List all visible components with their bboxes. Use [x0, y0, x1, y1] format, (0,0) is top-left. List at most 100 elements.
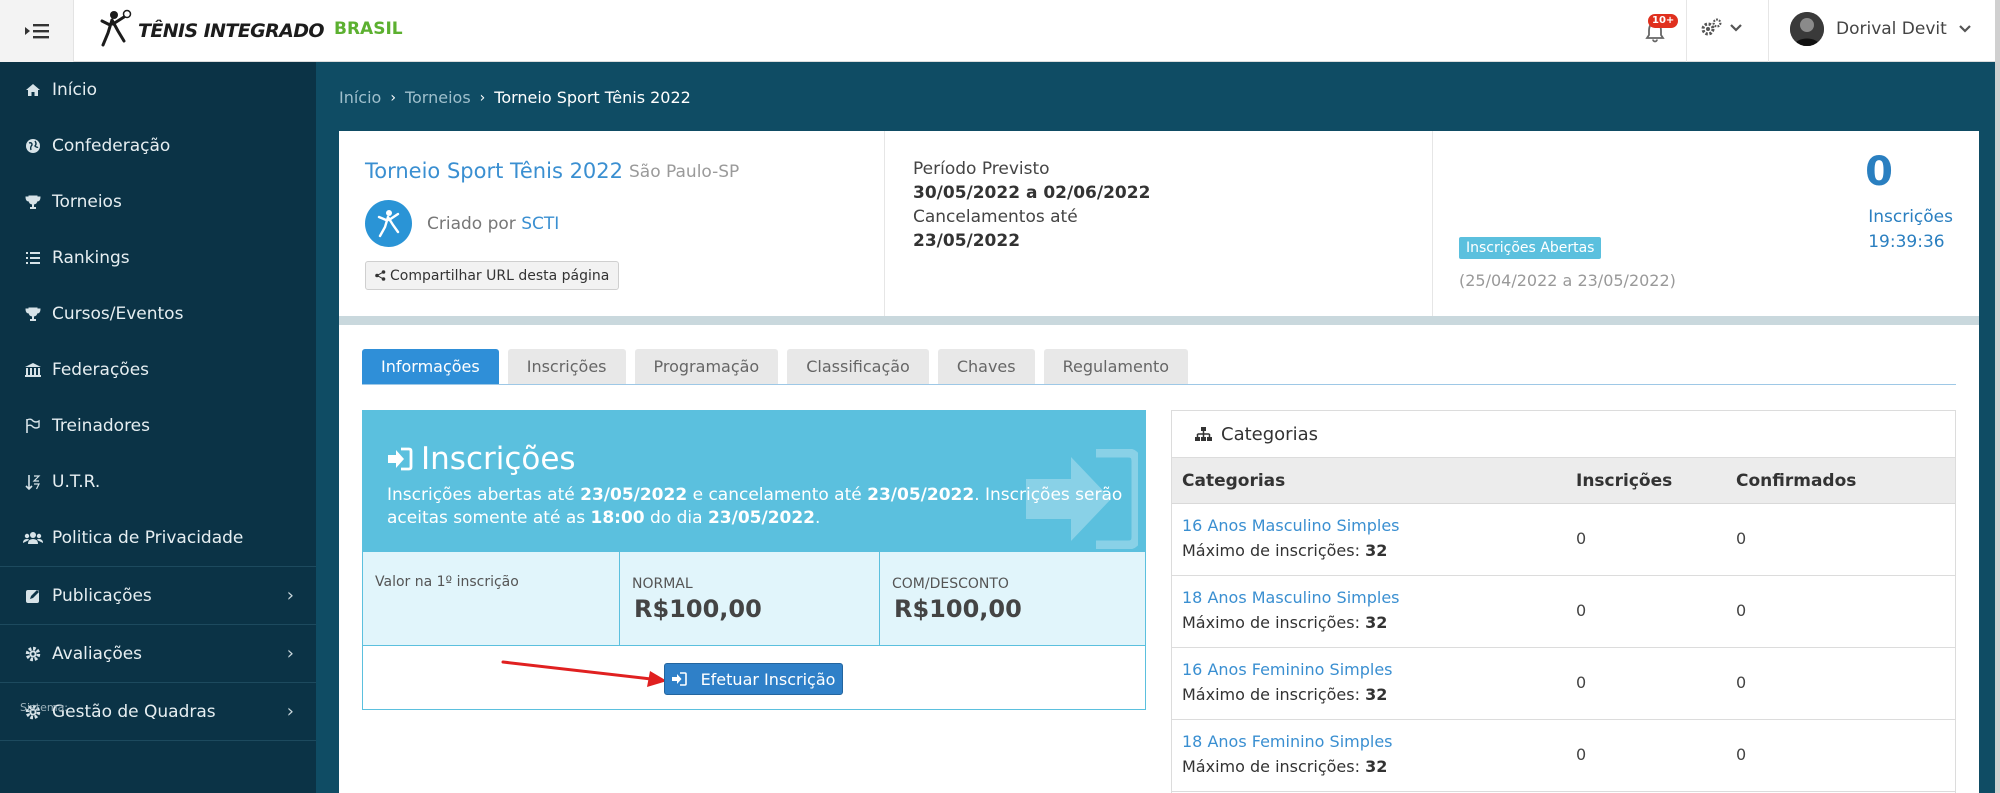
organizer-logo	[365, 200, 412, 247]
trophy-icon	[22, 194, 44, 210]
categorias-table-header: Categorias Inscrições Confirmados	[1172, 458, 1955, 504]
user-menu-button[interactable]: Dorival Devit	[1790, 12, 1971, 46]
share-url-button[interactable]: Compartilhar URL desta página	[365, 261, 620, 290]
chevron-down-icon	[1959, 25, 1971, 33]
tab-inscricoes[interactable]: Inscrições	[507, 349, 626, 384]
sidebar-item-label: Rankings	[52, 248, 130, 268]
breadcrumb-home-link[interactable]: Início	[339, 88, 381, 107]
tab-programacao[interactable]: Programação	[634, 349, 779, 384]
sidebar: Início Confederação Torneios Rankings Cu…	[0, 62, 316, 793]
sidebar-item-label: U.T.R.	[52, 472, 101, 492]
user-name: Dorival Devit	[1836, 19, 1947, 39]
price-cell-normal: NORMAL R$100,00	[620, 552, 880, 646]
column-header-categorias: Categorias	[1182, 471, 1286, 491]
table-row: 18 Anos Feminino Simples Máximo de inscr…	[1172, 720, 1955, 792]
topbar-divider	[1686, 0, 1687, 62]
inscricoes-panel: Inscrições Inscrições abertas até 23/05/…	[362, 410, 1146, 710]
chevron-down-icon	[1730, 24, 1742, 32]
sidebar-item-federacoes[interactable]: Federações	[0, 342, 316, 398]
top-bar: TÊNIS INTEGRADO BRASIL 10+ Dorival Devit	[0, 0, 1995, 62]
created-by: Criado por SCTI	[427, 214, 559, 234]
page-scrollbar[interactable]	[1995, 0, 2000, 793]
sidebar-toggle-button[interactable]	[0, 0, 74, 62]
category-max: Máximo de inscrições: 32	[1182, 685, 1387, 704]
category-inscricoes: 0	[1576, 529, 1587, 548]
max-label: Máximo de inscrições:	[1182, 541, 1366, 560]
breadcrumb-current: Torneio Sport Tênis 2022	[494, 88, 691, 107]
gears-icon	[1701, 18, 1722, 36]
sidebar-item-utr[interactable]: U.T.R.	[0, 454, 316, 510]
sidebar-item-label: Gestão de Quadras	[52, 701, 216, 722]
categorias-panel-header: Categorias	[1172, 411, 1955, 458]
sidebar-item-treinadores[interactable]: Treinadores	[0, 398, 316, 454]
breadcrumb-separator-icon: ›	[390, 89, 396, 106]
desc-part: .	[815, 508, 821, 528]
category-inscricoes: 0	[1576, 745, 1587, 764]
category-link[interactable]: 18 Anos Masculino Simples	[1182, 588, 1400, 607]
category-max: Máximo de inscrições: 32	[1182, 541, 1387, 560]
home-icon	[22, 83, 44, 97]
settings-dropdown-button[interactable]	[1700, 18, 1742, 38]
sidebar-item-confederacao[interactable]: Confederação	[0, 118, 316, 174]
count-time: 19:39:36	[1868, 232, 1945, 252]
desc-date: 23/05/2022	[867, 485, 975, 505]
sidebar-item-cursos-eventos[interactable]: Cursos/Eventos	[0, 286, 316, 342]
brand-name: TÊNIS INTEGRADO	[138, 20, 325, 42]
sidebar-item-label: Treinadores	[52, 416, 150, 436]
max-value: 32	[1365, 613, 1388, 632]
notifications-button[interactable]: 10+	[1640, 14, 1679, 46]
creator-link[interactable]: SCTI	[521, 214, 559, 234]
system-label: Sistema:	[20, 701, 69, 714]
tournament-header: Torneio Sport Tênis 2022 São Paulo-SP Cr…	[339, 131, 1979, 316]
sidebar-item-rankings[interactable]: Rankings	[0, 230, 316, 286]
chevron-right-icon: ›	[286, 701, 294, 722]
category-link[interactable]: 18 Anos Feminino Simples	[1182, 732, 1393, 751]
breadcrumb-torneios-link[interactable]: Torneios	[405, 88, 471, 107]
sign-in-icon	[671, 672, 687, 686]
desc-date: 23/05/2022	[580, 485, 688, 505]
efetuar-inscricao-label: Efetuar Inscrição	[700, 669, 836, 689]
share-url-label: Compartilhar URL desta página	[390, 267, 610, 284]
cancel-label: Cancelamentos até	[913, 207, 1078, 227]
sidebar-group-avaliacoes[interactable]: Avaliações ›	[0, 625, 316, 682]
category-link[interactable]: 16 Anos Masculino Simples	[1182, 516, 1400, 535]
sidebar-item-label: Politica de Privacidade	[52, 528, 244, 548]
category-confirmados: 0	[1736, 601, 1747, 620]
period-value: 30/05/2022 a 02/06/2022	[913, 183, 1151, 203]
table-row: 18 Anos Masculino Simples Máximo de insc…	[1172, 576, 1955, 648]
topbar-divider	[1768, 0, 1769, 62]
sidebar-item-inicio[interactable]: Início	[0, 62, 316, 118]
category-confirmados: 0	[1736, 673, 1747, 692]
categorias-title: Categorias	[1221, 423, 1318, 445]
tournament-card: Torneio Sport Tênis 2022 São Paulo-SP Cr…	[339, 131, 1979, 793]
chevron-right-icon: ›	[286, 585, 294, 606]
menu-collapse-icon	[24, 24, 49, 39]
sidebar-item-label: Federações	[52, 360, 150, 380]
tab-chaves[interactable]: Chaves	[937, 349, 1035, 384]
share-icon	[375, 270, 386, 281]
column-header-confirmados: Confirmados	[1736, 471, 1857, 491]
brand-logo[interactable]: TÊNIS INTEGRADO	[100, 8, 325, 54]
sidebar-item-politica-privacidade[interactable]: Politica de Privacidade	[0, 510, 316, 566]
sidebar-item-label: Início	[52, 80, 97, 100]
tab-regulamento[interactable]: Regulamento	[1043, 349, 1189, 384]
gear-icon	[22, 646, 44, 662]
table-row: 16 Anos Feminino Simples Máximo de inscr…	[1172, 648, 1955, 720]
category-inscricoes: 0	[1576, 601, 1587, 620]
chevron-right-icon: ›	[286, 643, 294, 664]
category-max: Máximo de inscrições: 32	[1182, 757, 1387, 776]
cancel-value: 23/05/2022	[913, 231, 1021, 251]
efetuar-inscricao-button[interactable]: Efetuar Inscrição	[664, 663, 843, 695]
annotation-arrow-icon	[501, 660, 667, 687]
sidebar-item-torneios[interactable]: Torneios	[0, 174, 316, 230]
normal-price: R$100,00	[634, 595, 762, 623]
sidebar-item-label: Cursos/Eventos	[52, 304, 184, 324]
sidebar-group-publicacoes[interactable]: Publicações ›	[0, 567, 316, 624]
column-header-inscricoes: Inscrições	[1576, 471, 1673, 491]
inscricoes-count-label: Inscrições 19:39:36	[1868, 205, 1953, 255]
tab-informacoes[interactable]: Informações	[362, 349, 499, 384]
tab-classificacao[interactable]: Classificação	[787, 349, 929, 384]
tennis-player-icon	[100, 9, 132, 47]
category-link[interactable]: 16 Anos Feminino Simples	[1182, 660, 1393, 679]
globe-icon	[22, 138, 44, 154]
